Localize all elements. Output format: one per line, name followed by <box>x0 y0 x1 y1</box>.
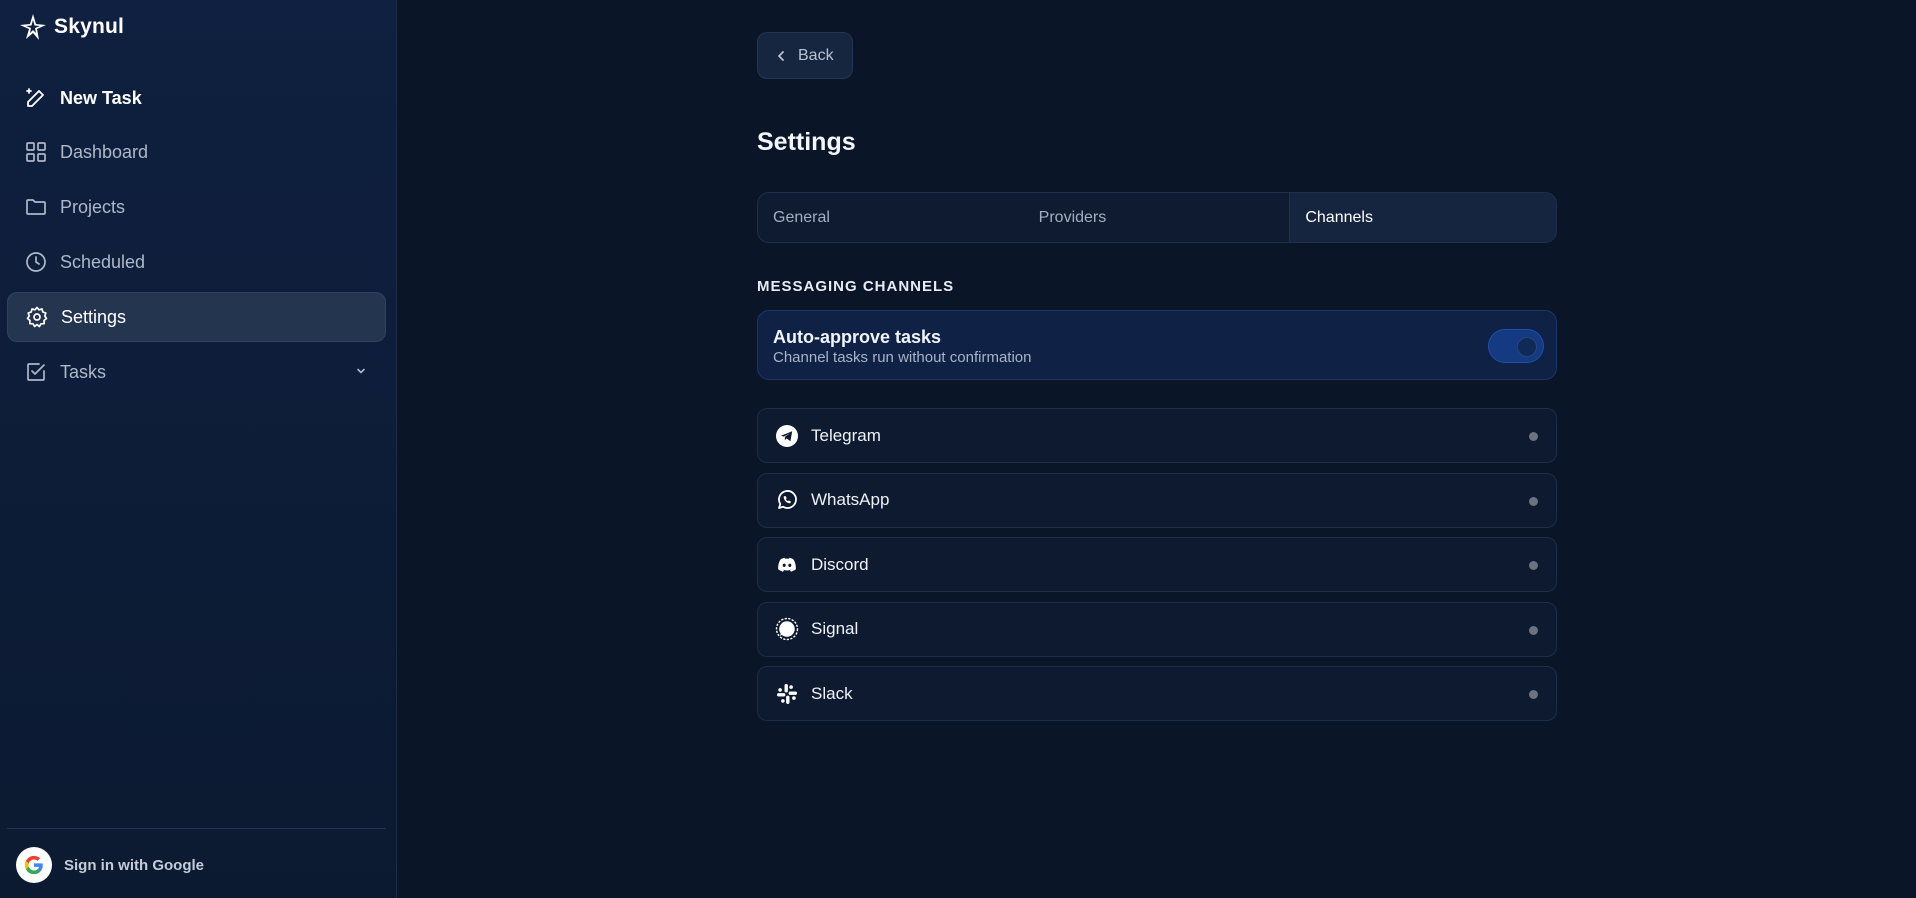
channel-name: Slack <box>811 683 853 703</box>
sidebar-item-settings[interactable]: Settings <box>7 292 386 342</box>
gear-icon <box>25 305 49 329</box>
clock-icon <box>24 250 48 274</box>
sidebar-nav: New Task Dashboard Projects Scheduled Se… <box>7 72 386 402</box>
auto-approve-title: Auto-approve tasks <box>773 327 942 347</box>
status-dot <box>1529 625 1538 635</box>
sidebar-item-tasks[interactable]: Tasks <box>7 347 386 397</box>
brand-name: Skynul <box>54 15 125 38</box>
pen-sparkle-icon <box>24 86 48 110</box>
sign-in-google-button[interactable]: Sign in with Google <box>16 847 204 883</box>
sidebar-item-projects[interactable]: Projects <box>7 182 386 232</box>
tab-providers[interactable]: Providers <box>1024 193 1290 242</box>
discord-icon <box>775 553 799 577</box>
chevron-left-icon <box>778 50 784 61</box>
sidebar-item-label: Projects <box>60 196 126 217</box>
sidebar-item-new-task[interactable]: New Task <box>7 72 386 124</box>
channel-name: Discord <box>811 554 869 574</box>
sidebar-item-label: Settings <box>61 306 127 327</box>
back-label: Back <box>798 46 834 64</box>
whatsapp-icon <box>775 488 799 512</box>
status-dot <box>1529 432 1538 441</box>
tab-general[interactable]: General <box>758 193 1024 242</box>
auto-approve-subtitle: Channel tasks run without confirmation <box>773 349 1032 366</box>
google-icon <box>16 847 52 883</box>
telegram-icon <box>775 424 799 448</box>
channel-list: Telegram WhatsApp Discord Signal Slack <box>757 408 1557 731</box>
checkbox-icon <box>24 360 48 384</box>
signal-icon <box>775 617 799 641</box>
status-dot <box>1529 690 1538 699</box>
slack-icon <box>775 682 799 706</box>
back-button[interactable]: Back <box>757 32 853 79</box>
folder-icon <box>24 195 48 219</box>
channel-telegram[interactable]: Telegram <box>757 408 1557 463</box>
tab-channels[interactable]: Channels <box>1289 193 1556 242</box>
section-label: MESSAGING CHANNELS <box>757 278 955 295</box>
sidebar: Skynul New Task Dashboard Projects Sched… <box>0 0 397 898</box>
toggle-knob <box>1517 337 1537 357</box>
page-title: Settings <box>757 128 856 156</box>
channel-name: WhatsApp <box>811 490 890 509</box>
channel-name: Telegram <box>811 425 881 445</box>
sidebar-item-label: Dashboard <box>60 141 149 162</box>
channel-signal[interactable]: Signal <box>757 601 1557 657</box>
grid-icon <box>24 140 48 164</box>
sidebar-divider <box>7 828 386 829</box>
chevron-down-icon[interactable] <box>354 364 368 378</box>
sign-in-label: Sign in with Google <box>64 856 204 874</box>
auto-approve-toggle[interactable] <box>1488 329 1544 363</box>
auto-approve-card: Auto-approve tasks Channel tasks run wit… <box>757 310 1557 380</box>
channel-slack[interactable]: Slack <box>757 666 1557 721</box>
status-dot <box>1529 561 1538 570</box>
channel-discord[interactable]: Discord <box>757 537 1557 592</box>
skynul-logo-icon <box>20 14 46 40</box>
sidebar-item-label: Scheduled <box>60 251 146 272</box>
status-dot <box>1529 496 1538 506</box>
brand[interactable]: Skynul <box>18 12 124 42</box>
settings-tabs: General Providers Channels <box>757 192 1557 243</box>
channel-name: Signal <box>811 619 859 638</box>
sidebar-item-label: Tasks <box>60 361 107 382</box>
channel-whatsapp[interactable]: WhatsApp <box>757 472 1557 528</box>
sidebar-item-dashboard[interactable]: Dashboard <box>7 127 386 177</box>
sidebar-item-label: New Task <box>60 87 142 108</box>
sidebar-item-scheduled[interactable]: Scheduled <box>7 237 386 287</box>
